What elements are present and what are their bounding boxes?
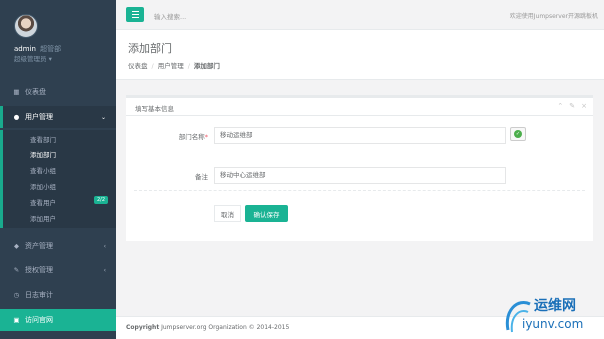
- department-name-label: 部门名称*: [178, 133, 208, 141]
- form-divider: [134, 190, 585, 191]
- submenu-view-groups[interactable]: 查看小组: [30, 165, 56, 175]
- copyright-text: Copyright Jumpserver.org Organization © …: [126, 324, 290, 331]
- note-label: 备注: [195, 173, 208, 181]
- sidebar: admin 超管部 超级管理员 ▾ ▦ 仪表盘 ● 用户管理 ⌄ 查看部门 添加…: [0, 0, 116, 339]
- check-icon: ✓: [514, 130, 522, 138]
- submenu-add-department[interactable]: 添加部门: [30, 149, 56, 159]
- menu-toggle-button[interactable]: [126, 7, 144, 22]
- breadcrumb-user-management[interactable]: 用户管理: [158, 62, 184, 70]
- cancel-button[interactable]: 取消: [214, 205, 241, 222]
- submenu-view-departments[interactable]: 查看部门: [30, 134, 56, 144]
- watermark-en: iyunv.com: [522, 317, 583, 331]
- department-name-input[interactable]: 移动运维部: [214, 127, 506, 144]
- nav-auth-management-label: 授权管理: [25, 266, 53, 274]
- search-input[interactable]: 输入搜索...: [154, 11, 186, 21]
- wrench-icon[interactable]: ✎: [569, 102, 575, 110]
- globe-icon: ▣: [13, 316, 20, 324]
- close-icon[interactable]: ×: [581, 102, 587, 110]
- panel-header: 填写基本信息 ⌃ ✎ ×: [126, 98, 593, 116]
- nav-user-management-label: 用户管理: [25, 113, 53, 121]
- nav-auth-management[interactable]: ✎ 授权管理 ‹: [0, 259, 116, 281]
- nav-official-website[interactable]: ▣ 访问官网: [0, 309, 116, 331]
- breadcrumb: 仪表盘 / 用户管理 / 添加部门: [128, 62, 220, 70]
- nav-asset-management[interactable]: ◆ 资产管理 ‹: [0, 235, 116, 257]
- nav-official-website-label: 访问官网: [25, 316, 53, 324]
- clock-icon: ◷: [13, 291, 20, 299]
- submenu-add-group[interactable]: 添加小组: [30, 181, 56, 191]
- page-title: 添加部门: [128, 42, 172, 55]
- chevron-left-icon: ‹: [103, 242, 106, 250]
- welcome-text: 欢迎使用Jumpserver开源跳板机: [509, 13, 598, 20]
- nav-dashboard-label: 仪表盘: [25, 88, 46, 96]
- topbar: 输入搜索... 欢迎使用Jumpserver开源跳板机: [116, 0, 604, 30]
- chevron-left-icon: ‹: [103, 266, 106, 274]
- panel-title: 填写基本信息: [135, 105, 174, 113]
- edit-icon: ✎: [13, 266, 20, 274]
- submenu-add-user[interactable]: 添加用户: [30, 213, 56, 223]
- user-count-badge: 2/2: [93, 196, 108, 204]
- user-icon: ●: [13, 113, 20, 121]
- watermark-logo: 运维网 iyunv.com: [496, 290, 596, 336]
- save-button[interactable]: 确认保存: [245, 205, 288, 222]
- cube-icon: ◆: [14, 242, 19, 250]
- note-input[interactable]: 移动中心运维部: [214, 167, 506, 184]
- check-name-button[interactable]: ✓: [510, 127, 526, 141]
- profile-username: admin: [14, 45, 36, 53]
- nav-dashboard[interactable]: ▦ 仪表盘: [0, 81, 116, 103]
- profile-dropdown[interactable]: 超级管理员 ▾: [14, 53, 52, 63]
- nav-asset-management-label: 资产管理: [25, 242, 53, 250]
- nav-user-management[interactable]: ● 用户管理 ⌄: [0, 106, 116, 128]
- panel-tools: ⌃ ✎ ×: [557, 102, 587, 110]
- watermark-cn: 运维网: [534, 297, 576, 314]
- nav-log-audit[interactable]: ◷ 日志审计: [0, 284, 116, 306]
- collapse-icon[interactable]: ⌃: [557, 102, 563, 110]
- nav-log-audit-label: 日志审计: [25, 291, 53, 299]
- avatar[interactable]: [14, 14, 38, 38]
- chevron-down-icon: ⌄: [100, 113, 106, 121]
- profile-role: 超管部: [40, 45, 62, 53]
- user-submenu: 查看部门 添加部门 查看小组 添加小组 查看用户 2/2 添加用户: [0, 130, 116, 228]
- submenu-view-users[interactable]: 查看用户: [30, 197, 56, 207]
- breadcrumb-current: 添加部门: [193, 62, 220, 70]
- profile: admin 超管部 超级管理员 ▾: [0, 0, 116, 78]
- form-panel: 填写基本信息 ⌃ ✎ × 部门名称* 移动运维部 ✓ 备注 移动中心运维部 取消…: [126, 95, 593, 241]
- page-heading: 添加部门 仪表盘 / 用户管理 / 添加部门: [116, 30, 604, 80]
- grid-icon: ▦: [13, 88, 20, 96]
- breadcrumb-dashboard[interactable]: 仪表盘: [128, 62, 148, 70]
